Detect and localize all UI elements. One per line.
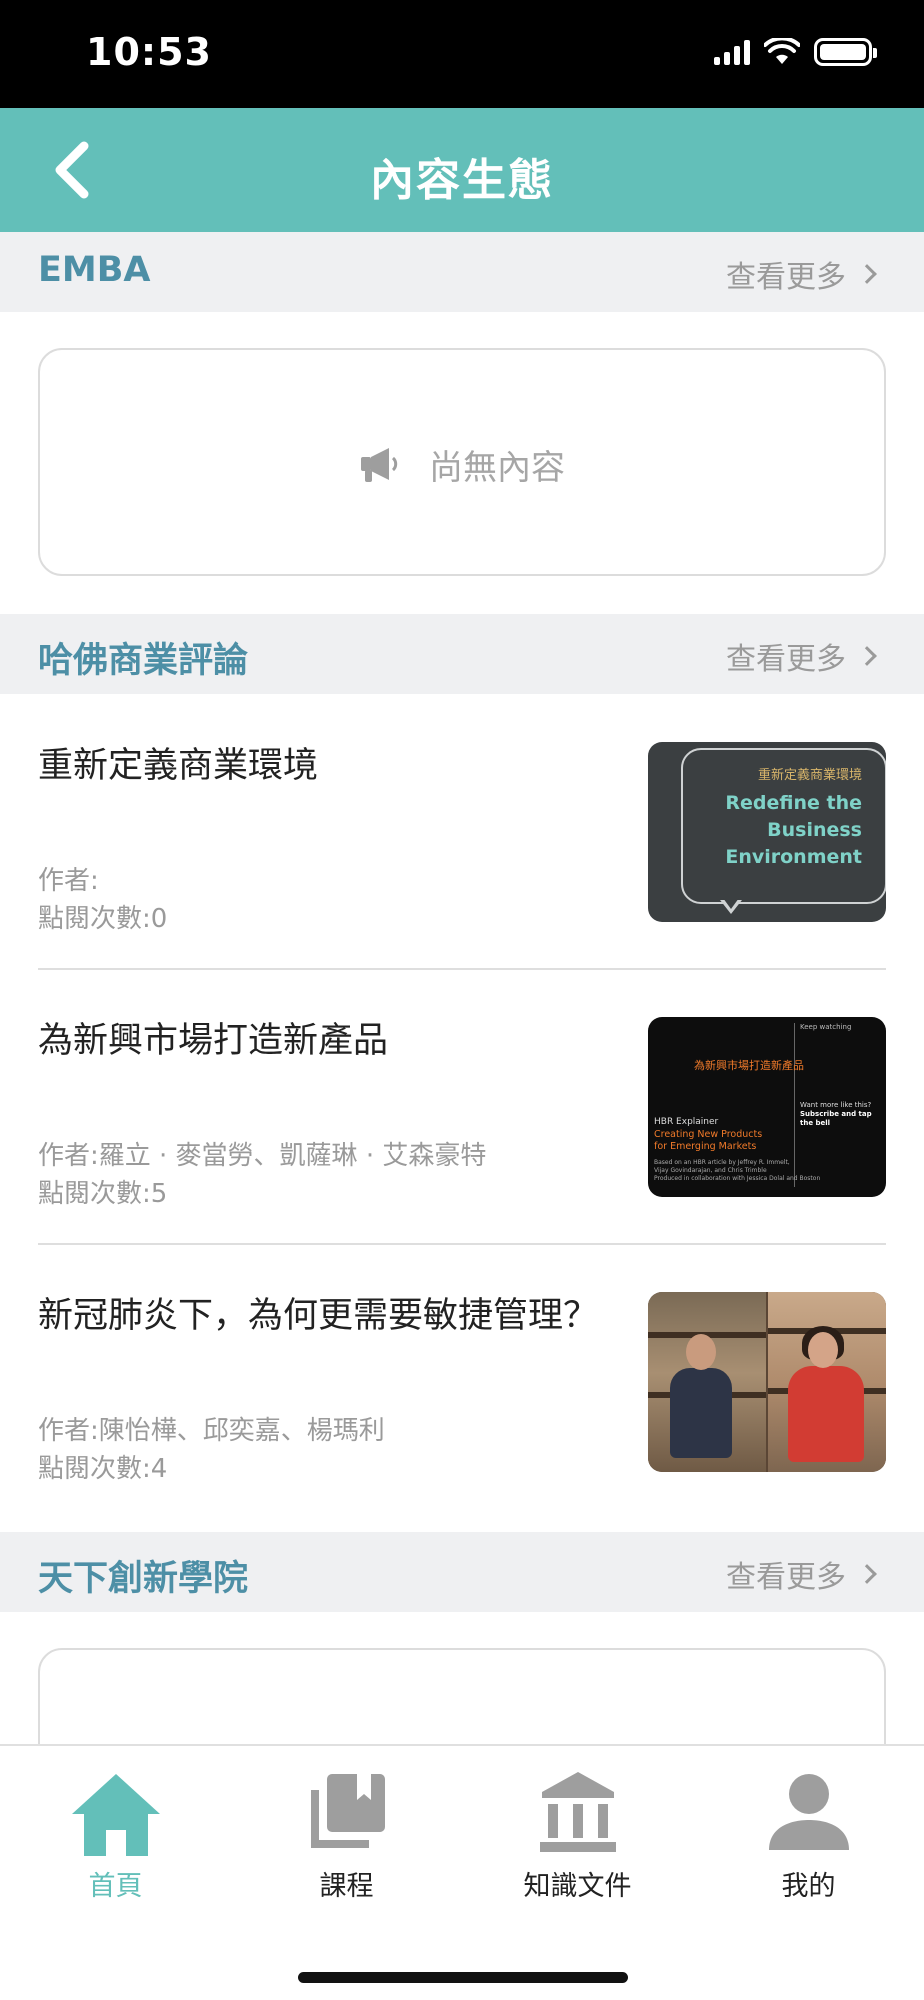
- tab-courses[interactable]: 課程: [231, 1746, 462, 1902]
- empty-text: 尚無內容: [429, 448, 565, 488]
- institution-icon: [539, 1772, 616, 1852]
- status-time: 10:53: [86, 30, 212, 74]
- status-bar: 10:53: [0, 0, 924, 108]
- tab-home[interactable]: 首頁: [0, 1746, 231, 1902]
- see-more-label: 查看更多: [726, 642, 846, 677]
- tab-label: 知識文件: [523, 1871, 632, 1902]
- cellular-signal-icon: [714, 39, 750, 65]
- divider: [38, 968, 886, 970]
- section-header-emba: EMBA 查看更多: [0, 232, 924, 312]
- article-thumbnail: [648, 1292, 886, 1472]
- thumbnail-en-title: Redefine the Business Environment: [725, 792, 862, 868]
- see-more-link[interactable]: 查看更多: [726, 634, 877, 678]
- home-indicator: [298, 1972, 628, 1983]
- article-views: 點閱次數:0: [38, 904, 168, 934]
- megaphone-icon: [361, 447, 398, 482]
- article-views: 點閱次數:4: [38, 1454, 168, 1484]
- divider: [38, 1243, 886, 1245]
- see-more-link[interactable]: 查看更多: [726, 1552, 877, 1596]
- section-title: 哈佛商業評論: [38, 641, 249, 681]
- chevron-right-icon: [857, 646, 877, 666]
- section-title: EMBA: [38, 250, 151, 290]
- bottom-tab-bar: 首頁 課程 知識文件 我的: [0, 1744, 924, 2000]
- battery-icon: [814, 38, 877, 66]
- home-icon: [71, 1774, 160, 1856]
- tab-knowledge-docs[interactable]: 知識文件: [462, 1746, 693, 1902]
- article-title: 為新興市場打造新產品: [38, 1021, 389, 1061]
- see-more-link[interactable]: 查看更多: [726, 252, 877, 296]
- article-title: 新冠肺炎下，為何更需要敏捷管理？: [38, 1296, 599, 1336]
- thumbnail-zh-title: 重新定義商業環境: [757, 768, 862, 783]
- chevron-right-icon: [857, 1564, 877, 1584]
- article-item[interactable]: 新冠肺炎下，為何更需要敏捷管理？ 作者:陳怡樺、邱奕嘉、楊瑪利 點閱次數:4: [38, 1282, 886, 1556]
- article-author: 作者:: [38, 866, 99, 896]
- section-header-hbr: 哈佛商業評論 查看更多: [0, 614, 924, 694]
- section-header-cw: 天下創新學院 查看更多: [0, 1532, 924, 1612]
- see-more-label: 查看更多: [726, 1560, 846, 1595]
- top-header: 內容生態: [0, 108, 924, 232]
- article-thumbnail: 重新定義商業環境 Redefine the Business Environme…: [648, 742, 886, 922]
- article-author: 作者:羅立 · 麥當勞、凱薩琳 · 艾森豪特: [38, 1141, 487, 1171]
- article-item[interactable]: 重新定義商業環境 作者: 點閱次數:0 重新定義商業環境 Redefine th…: [38, 732, 886, 1006]
- wifi-icon: [764, 38, 800, 64]
- article-title: 重新定義商業環境: [38, 746, 319, 786]
- chevron-right-icon: [857, 264, 877, 284]
- tab-label: 課程: [319, 1871, 374, 1902]
- thumbnail-zh-title: 為新興市場打造新產品: [694, 1059, 804, 1072]
- see-more-label: 查看更多: [726, 260, 846, 295]
- article-author: 作者:陳怡樺、邱奕嘉、楊瑪利: [38, 1416, 385, 1446]
- tab-label: 首頁: [88, 1871, 143, 1902]
- article-thumbnail: 為新興市場打造新產品 HBR Explainer Creating New Pr…: [648, 1017, 886, 1197]
- library-books-icon: [310, 1774, 385, 1848]
- empty-content-card: 尚無內容: [38, 348, 886, 576]
- article-item[interactable]: 為新興市場打造新產品 作者:羅立 · 麥當勞、凱薩琳 · 艾森豪特 點閱次數:5…: [38, 1007, 886, 1281]
- section-title: 天下創新學院: [38, 1559, 249, 1599]
- status-icons: [714, 38, 877, 66]
- tab-profile[interactable]: 我的: [693, 1746, 924, 1902]
- person-icon: [768, 1774, 849, 1850]
- article-views: 點閱次數:5: [38, 1179, 168, 1209]
- page-title: 內容生態: [370, 155, 554, 206]
- tab-label: 我的: [781, 1871, 836, 1902]
